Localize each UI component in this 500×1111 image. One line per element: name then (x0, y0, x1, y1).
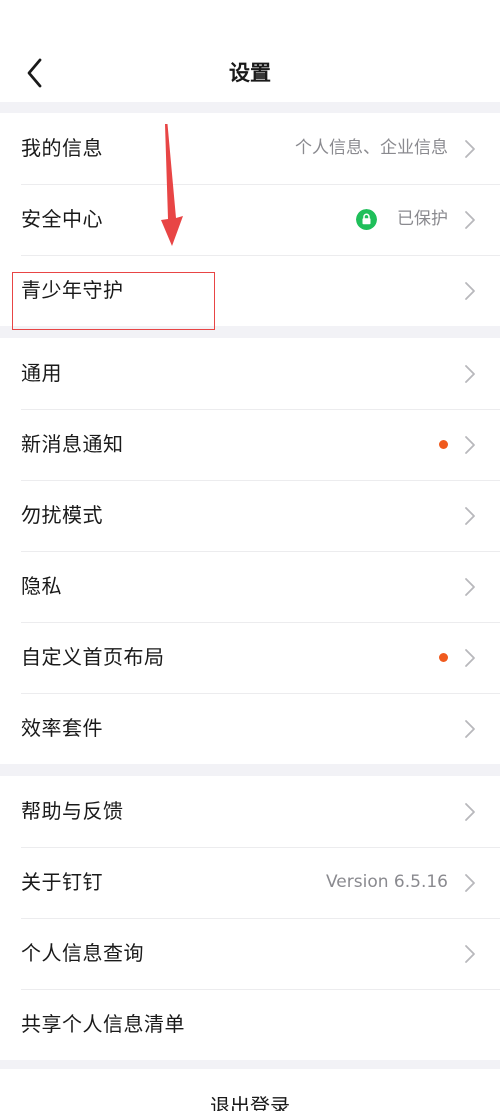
chevron-right-icon (465, 578, 475, 596)
chevron-right-icon (465, 649, 475, 667)
row-label: 帮助与反馈 (21, 799, 124, 823)
chevron-right-icon (465, 140, 475, 158)
settings-row-security-center[interactable]: 安全中心 已保护 (0, 184, 500, 255)
logout-section: 退出登录 (0, 1069, 500, 1111)
red-dot-badge (439, 440, 448, 449)
version-value: Version 6.5.16 (326, 872, 448, 892)
chevron-right-icon (465, 365, 475, 383)
row-value: 已保护 (397, 209, 448, 229)
row-label: 通用 (21, 361, 62, 385)
row-label: 隐私 (21, 574, 62, 598)
chevron-right-icon (465, 803, 475, 821)
page-title: 设置 (229, 61, 271, 85)
settings-row-new-message-notification[interactable]: 新消息通知 (0, 409, 500, 480)
chevron-right-icon (465, 945, 475, 963)
row-label: 我的信息 (21, 136, 103, 160)
chevron-right-icon (465, 436, 475, 454)
chevron-right-icon (465, 507, 475, 525)
settings-row-efficiency-suite[interactable]: 效率套件 (0, 693, 500, 764)
row-label: 共享个人信息清单 (21, 1012, 185, 1036)
lock-icon (356, 209, 377, 230)
settings-row-privacy[interactable]: 隐私 (0, 551, 500, 622)
row-label: 安全中心 (21, 207, 103, 231)
about-settings-group: 帮助与反馈 关于钉钉 Version 6.5.16 个人信息查询 共享个人信息清… (0, 776, 500, 1060)
settings-row-custom-home-layout[interactable]: 自定义首页布局 (0, 622, 500, 693)
logout-button[interactable]: 退出登录 (0, 1091, 500, 1111)
general-settings-group: 通用 新消息通知 勿扰模式 隐私 自定义首页布局 效率套件 (0, 338, 500, 764)
row-label: 关于钉钉 (21, 870, 103, 894)
settings-row-help-feedback[interactable]: 帮助与反馈 (0, 776, 500, 847)
row-label: 个人信息查询 (21, 941, 144, 965)
chevron-right-icon (465, 211, 475, 229)
settings-row-about[interactable]: 关于钉钉 Version 6.5.16 (0, 847, 500, 918)
chevron-right-icon (465, 282, 475, 300)
settings-row-my-info[interactable]: 我的信息 个人信息、企业信息 (0, 113, 500, 184)
settings-row-personal-info-query[interactable]: 个人信息查询 (0, 918, 500, 989)
navigation-bar: 设置 (0, 0, 500, 102)
chevron-right-icon (465, 874, 475, 892)
chevron-right-icon (465, 720, 475, 738)
annotation-highlight-box (12, 272, 215, 330)
settings-row-do-not-disturb[interactable]: 勿扰模式 (0, 480, 500, 551)
row-label: 效率套件 (21, 716, 103, 740)
annotation-arrow-icon (161, 124, 183, 246)
settings-row-general[interactable]: 通用 (0, 338, 500, 409)
row-value: 个人信息、企业信息 (295, 138, 448, 158)
row-label: 勿扰模式 (21, 503, 103, 527)
row-label: 新消息通知 (21, 432, 124, 456)
settings-row-shared-info-list[interactable]: 共享个人信息清单 (0, 989, 500, 1060)
red-dot-badge (439, 653, 448, 662)
row-label: 自定义首页布局 (21, 645, 165, 669)
